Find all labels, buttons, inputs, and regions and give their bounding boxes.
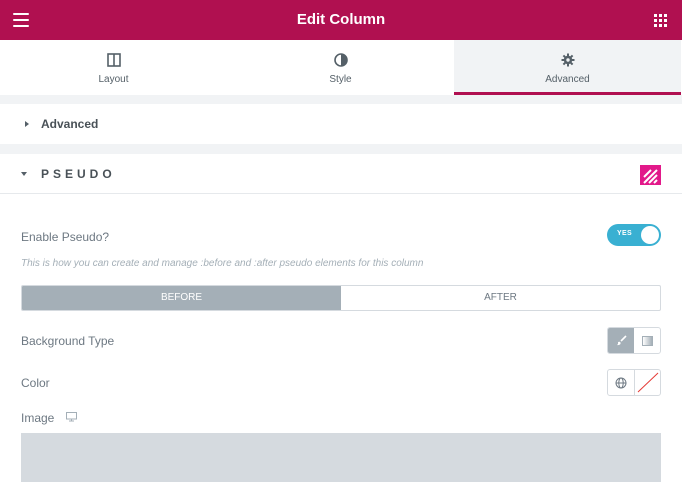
section-pseudo: PSEUDO Enable Pseudo? YES This is how yo… xyxy=(0,154,682,482)
after-button[interactable]: AFTER xyxy=(341,286,660,310)
section-title: Advanced xyxy=(41,117,99,131)
pseudo-element-switcher: BEFORE AFTER xyxy=(21,285,661,311)
toggle-knob xyxy=(641,226,659,244)
section-advanced-header[interactable]: Advanced xyxy=(0,104,682,144)
caret-down-icon xyxy=(21,172,27,176)
gradient-icon xyxy=(642,336,653,346)
panel-tabs: Layout Style Advanced xyxy=(0,40,682,95)
image-upload-area[interactable] xyxy=(21,433,661,482)
color-swatch-button[interactable] xyxy=(633,370,661,395)
toggle-text: YES xyxy=(617,230,632,237)
editor-panel: Edit Column Layout Style Advanced Advanc… xyxy=(0,0,682,482)
enable-pseudo-toggle[interactable]: YES xyxy=(607,224,661,246)
before-button[interactable]: BEFORE xyxy=(22,286,341,310)
classic-background-button[interactable] xyxy=(608,328,634,353)
grid-icon[interactable] xyxy=(654,14,667,27)
enable-pseudo-label: Enable Pseudo? xyxy=(21,230,110,244)
color-label: Color xyxy=(21,376,50,390)
tab-label: Style xyxy=(329,74,352,85)
global-colors-button[interactable] xyxy=(608,370,634,395)
columns-icon xyxy=(106,53,121,67)
color-picker xyxy=(607,369,661,396)
background-type-choices xyxy=(607,327,661,354)
desktop-icon[interactable] xyxy=(66,412,77,422)
gear-icon xyxy=(561,53,574,67)
tab-style[interactable]: Style xyxy=(227,40,454,95)
tab-label: Advanced xyxy=(545,74,590,85)
panel-header: Edit Column xyxy=(0,0,682,40)
classic-brush-icon xyxy=(617,335,627,346)
panel-title: Edit Column xyxy=(296,11,386,28)
tab-label: Layout xyxy=(98,74,129,85)
section-pseudo-header[interactable]: PSEUDO xyxy=(0,154,682,194)
caret-right-icon xyxy=(25,121,29,127)
background-type-label: Background Type xyxy=(21,334,115,348)
pseudo-hint: This is how you can create and manage :b… xyxy=(21,258,424,269)
tab-layout[interactable]: Layout xyxy=(0,40,227,95)
no-color-icon xyxy=(637,372,658,393)
plugin-logo-icon xyxy=(640,165,661,185)
globe-icon xyxy=(615,377,627,389)
tab-advanced[interactable]: Advanced xyxy=(454,40,681,95)
section-title: PSEUDO xyxy=(41,167,116,181)
half-circle-icon xyxy=(333,53,348,67)
gradient-background-button[interactable] xyxy=(634,328,660,353)
image-label: Image xyxy=(21,411,55,425)
